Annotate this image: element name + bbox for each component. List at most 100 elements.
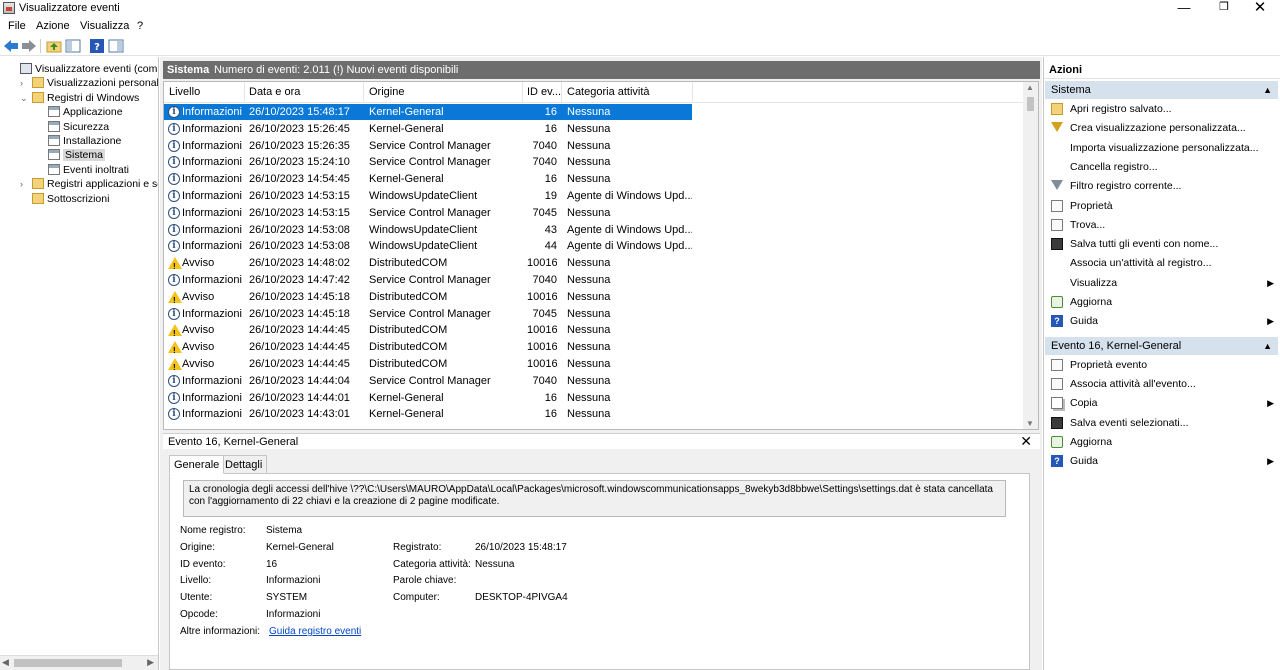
collapse-section-icon[interactable]: ▲: [1263, 337, 1272, 355]
action-visualizza[interactable]: Visualizza ▶: [1047, 275, 1277, 291]
tree-item-visualizzatore-eventi-computer[interactable]: Visualizzatore eventi (computer: [20, 62, 158, 76]
collapse-chevron-icon[interactable]: ⌄: [20, 91, 30, 105]
event-row[interactable]: i Informazioni 26/10/2023 14:53:15 Service …: [164, 205, 692, 221]
tree-item-registri-applicazioni-e-servizi[interactable]: › Registri applicazioni e servizi: [20, 177, 158, 191]
event-row[interactable]: i Informazioni 26/10/2023 15:48:17 Kernel-G…: [164, 104, 692, 120]
scroll-up-icon[interactable]: ▲: [1026, 83, 1034, 92]
actions-section-header[interactable]: Sistema ▲: [1045, 81, 1278, 99]
show-hide-action-icon[interactable]: [108, 39, 124, 53]
menu-visualizza[interactable]: Visualizza: [80, 20, 129, 32]
tab-generale[interactable]: Generale: [169, 455, 225, 474]
event-row[interactable]: i Informazioni 26/10/2023 14:53:15 WindowsU…: [164, 188, 692, 204]
scroll-thumb[interactable]: [14, 659, 122, 667]
event-cell-id: 44: [544, 240, 557, 253]
event-row[interactable]: i Informazioni 26/10/2023 14:47:42 Service …: [164, 272, 692, 288]
tree-item-applicazione[interactable]: Applicazione: [48, 105, 123, 119]
column-header-source[interactable]: Origine: [369, 86, 404, 98]
info-icon: i: [168, 223, 180, 236]
tree-item-eventi-inoltrati[interactable]: Eventi inoltrati: [48, 163, 129, 177]
event-row[interactable]: Avviso 26/10/2023 14:44:45 DistributedCOM 1…: [164, 339, 692, 359]
action-salva-tutti-gli-eventi-con-nome[interactable]: Salva tutti gli eventi con nome...: [1047, 236, 1277, 252]
event-description[interactable]: La cronologia degli accessi dell'hive \?…: [183, 480, 1006, 517]
event-cell-source: Service Control Manager: [369, 374, 491, 387]
event-row[interactable]: i Informazioni 26/10/2023 15:26:35 Service …: [164, 138, 692, 154]
forward-arrow-icon[interactable]: [21, 39, 37, 53]
action-apri-registro-salvato[interactable]: Apri registro salvato...: [1047, 101, 1277, 117]
event-row[interactable]: i Informazioni 26/10/2023 14:45:18 Service …: [164, 306, 692, 322]
folder-up-icon[interactable]: [46, 39, 62, 53]
event-row[interactable]: i Informazioni 26/10/2023 14:54:45 Kernel-G…: [164, 171, 692, 187]
tree-item-sottoscrizioni[interactable]: Sottoscrizioni: [32, 192, 109, 206]
menu-file[interactable]: File: [8, 20, 26, 32]
action-cancella-registro[interactable]: Cancella registro...: [1047, 159, 1277, 175]
column-header-event-id[interactable]: ID ev...: [527, 86, 561, 98]
event-row[interactable]: Avviso 26/10/2023 14:44:45 DistributedCOM 1…: [164, 356, 692, 376]
action-importa-visualizzazione-personalizzata[interactable]: Importa visualizzazione personalizzata..…: [1047, 140, 1277, 156]
event-row[interactable]: Avviso 26/10/2023 14:45:18 DistributedCOM 1…: [164, 289, 692, 309]
tree-item-visualizzazioni-personalizzate[interactable]: › Visualizzazioni personalizzate: [20, 76, 158, 90]
tree-item-sistema[interactable]: Sistema: [48, 148, 105, 162]
action-aggiorna[interactable]: Aggiorna: [1047, 434, 1277, 450]
event-cell-source: DistributedCOM: [369, 257, 448, 270]
action-aggiorna[interactable]: Aggiorna: [1047, 294, 1277, 310]
action-label: Aggiorna: [1070, 296, 1113, 308]
tree-horizontal-scrollbar[interactable]: ◀ ▶: [0, 655, 158, 670]
help-icon: ?: [1051, 455, 1063, 468]
menu-azione[interactable]: Azione: [36, 20, 70, 32]
action-filtro-registro-corrente[interactable]: Filtro registro corrente...: [1047, 178, 1277, 194]
action-copia[interactable]: Copia ▶: [1047, 395, 1277, 411]
column-header-category[interactable]: Categoria attività: [567, 86, 650, 98]
event-row[interactable]: i Informazioni 26/10/2023 14:43:01 Kernel-G…: [164, 406, 692, 422]
action-guida[interactable]: ? Guida ▶: [1047, 313, 1277, 329]
expand-chevron-icon[interactable]: ›: [20, 177, 30, 191]
action-associa-attivit-all-evento[interactable]: Associa attività all'evento...: [1047, 376, 1277, 392]
column-divider[interactable]: [692, 82, 693, 103]
action-associa-un-attivit-al-registro[interactable]: Associa un'attività al registro...: [1047, 255, 1277, 271]
column-divider[interactable]: [522, 82, 523, 103]
action-trova[interactable]: Trova...: [1047, 217, 1277, 233]
properties-icon: [1051, 199, 1063, 212]
expand-chevron-icon[interactable]: ›: [20, 76, 30, 90]
event-cell-date: 26/10/2023 14:44:04: [249, 374, 350, 387]
scroll-left-icon[interactable]: ◀: [2, 657, 9, 668]
event-row[interactable]: i Informazioni 26/10/2023 15:24:10 Service …: [164, 154, 692, 170]
info-icon: i: [168, 240, 180, 253]
help-icon[interactable]: ?: [89, 39, 105, 53]
scroll-right-icon[interactable]: ▶: [147, 657, 154, 668]
column-header-date[interactable]: Data e ora: [249, 86, 300, 98]
close-detail-icon[interactable]: ✕: [1020, 433, 1032, 450]
column-header-level[interactable]: Livello: [169, 86, 200, 98]
tree-item-registri-di-windows[interactable]: ⌄ Registri di Windows: [20, 91, 139, 105]
actions-section-header[interactable]: Evento 16, Kernel-General ▲: [1045, 336, 1278, 355]
event-row[interactable]: Avviso 26/10/2023 14:48:02 DistributedCOM 1…: [164, 255, 692, 275]
event-cell-category: Nessuna: [567, 139, 611, 152]
close-button[interactable]: ✕: [1242, 0, 1278, 17]
event-row[interactable]: Avviso 26/10/2023 14:44:45 DistributedCOM 1…: [164, 322, 692, 342]
column-divider[interactable]: [244, 82, 245, 103]
action-salva-eventi-selezionati[interactable]: Salva eventi selezionati...: [1047, 415, 1277, 431]
column-divider[interactable]: [363, 82, 364, 103]
menu-help[interactable]: ?: [137, 20, 143, 32]
event-row[interactable]: i Informazioni 26/10/2023 14:44:04 Service …: [164, 373, 692, 389]
scroll-down-icon[interactable]: ▼: [1026, 419, 1034, 428]
show-hide-tree-icon[interactable]: [65, 39, 81, 53]
collapse-section-icon[interactable]: ▲: [1263, 81, 1272, 99]
tree-item-sicurezza[interactable]: Sicurezza: [48, 120, 109, 134]
column-divider[interactable]: [561, 82, 562, 103]
event-row[interactable]: i Informazioni 26/10/2023 14:44:01 Kernel-G…: [164, 390, 692, 406]
tree-item-installazione[interactable]: Installazione: [48, 134, 121, 148]
event-row[interactable]: i Informazioni 26/10/2023 15:26:45 Kernel-G…: [164, 121, 692, 137]
event-log-help-link[interactable]: Guida registro eventi: [269, 626, 361, 637]
action-crea-visualizzazione-personalizzata[interactable]: Crea visualizzazione personalizzata...: [1047, 120, 1277, 136]
scroll-thumb[interactable]: [1027, 97, 1034, 111]
minimize-button[interactable]: —: [1166, 0, 1202, 17]
events-vertical-scrollbar[interactable]: ▲ ▼: [1023, 82, 1038, 429]
tab-dettagli[interactable]: Dettagli: [220, 455, 268, 474]
event-row[interactable]: i Informazioni 26/10/2023 14:53:08 WindowsU…: [164, 222, 692, 238]
back-arrow-icon[interactable]: [3, 39, 19, 53]
action-guida[interactable]: ? Guida ▶: [1047, 453, 1277, 469]
action-propriet-evento[interactable]: Proprietà evento: [1047, 357, 1277, 373]
event-row[interactable]: i Informazioni 26/10/2023 14:53:08 WindowsU…: [164, 238, 692, 254]
maximize-button[interactable]: ❐: [1206, 0, 1242, 17]
action-propriet[interactable]: Proprietà: [1047, 198, 1277, 214]
